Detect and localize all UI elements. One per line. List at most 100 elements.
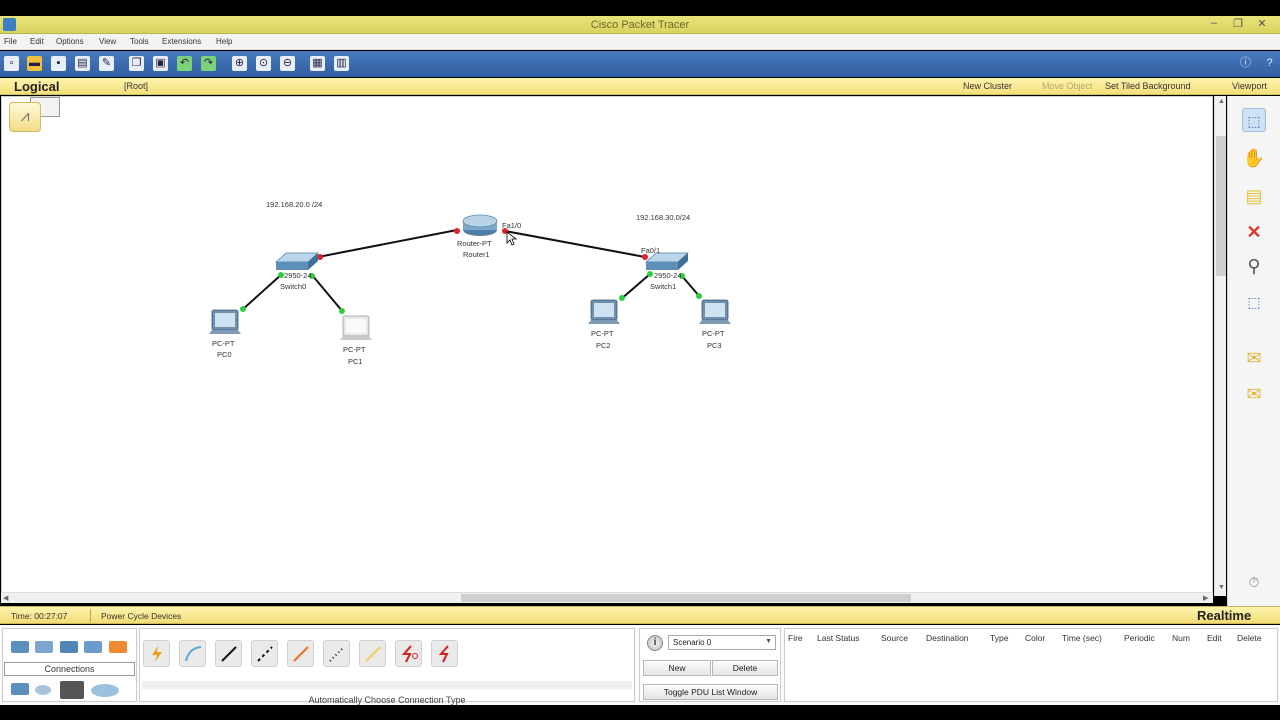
pdu-col-fire: Fire bbox=[788, 633, 803, 643]
serial-dte-cable-icon[interactable] bbox=[431, 640, 458, 667]
switch0-model-label: 2950-24 bbox=[284, 271, 312, 280]
pc2-icon bbox=[588, 299, 620, 324]
straight-through-cable-icon[interactable] bbox=[215, 640, 242, 667]
multiuser-cloud-icon[interactable] bbox=[91, 684, 119, 697]
port-status-dot bbox=[339, 308, 345, 314]
delete-tool-icon[interactable]: ✕ bbox=[1242, 220, 1266, 244]
viewport-button[interactable]: Viewport bbox=[1232, 81, 1267, 91]
add-complex-pdu-icon[interactable]: ✉ bbox=[1242, 382, 1266, 406]
scroll-down-icon[interactable]: ▼ bbox=[1218, 584, 1225, 591]
toggle-pdu-list-button[interactable]: Toggle PDU List Window bbox=[643, 684, 778, 700]
horizontal-scroll-thumb[interactable] bbox=[461, 594, 911, 602]
phone-cable-icon[interactable] bbox=[323, 640, 350, 667]
inspect-tool-icon[interactable]: ⚲ bbox=[1242, 254, 1266, 278]
wan-emulation-icon[interactable] bbox=[35, 685, 51, 695]
switch0-icon bbox=[275, 252, 319, 270]
scroll-right-icon[interactable]: ▶ bbox=[1203, 594, 1208, 602]
place-note-icon[interactable]: ▤ bbox=[1242, 184, 1266, 208]
resize-shape-icon[interactable]: ⬚ bbox=[1242, 290, 1266, 314]
pdu-col-color: Color bbox=[1025, 633, 1046, 643]
routers-category-icon[interactable] bbox=[11, 641, 29, 653]
scenario-select[interactable]: Scenario 0 ▼ bbox=[668, 635, 776, 650]
scroll-up-icon[interactable]: ▲ bbox=[1218, 98, 1225, 105]
scenario-select-value: Scenario 0 bbox=[673, 638, 712, 647]
pdu-col-type: Type bbox=[990, 633, 1009, 643]
hubs-category-icon[interactable] bbox=[60, 641, 78, 653]
right-tools-panel: ⬚ ✋ ▤ ✕ ⚲ ⬚ ✉ ✉ ⏱ bbox=[1227, 96, 1280, 606]
connections-label: Connections bbox=[4, 662, 135, 676]
connection-types-panel: Automatically Choose Connection Type bbox=[139, 628, 635, 705]
pc0-name-label: PC0 bbox=[217, 350, 232, 359]
power-cycle-devices-button[interactable]: Power Cycle Devices bbox=[101, 611, 181, 621]
switch1-model-label: 2950-24 bbox=[654, 271, 682, 280]
add-simple-pdu-icon[interactable]: ✉ bbox=[1242, 346, 1266, 370]
pdu-col-last-status: Last Status bbox=[817, 633, 860, 643]
subnet-right-label: 192.168.30.0/24 bbox=[636, 213, 690, 222]
link-switch0-router bbox=[317, 229, 458, 258]
fiber-cable-icon[interactable] bbox=[287, 640, 314, 667]
scroll-left-icon[interactable]: ◀ bbox=[3, 594, 8, 602]
router-icon bbox=[462, 214, 498, 236]
pc2-name-label: PC2 bbox=[596, 341, 611, 350]
new-scenario-button[interactable]: New bbox=[643, 660, 711, 676]
pc3-model-label: PC-PT bbox=[702, 329, 725, 338]
link-switch0-pc0 bbox=[241, 273, 283, 311]
link-router-switch1 bbox=[504, 230, 646, 258]
letterbox-bottom bbox=[0, 705, 1280, 720]
coaxial-cable-icon[interactable] bbox=[359, 640, 386, 667]
connections-category-icon[interactable] bbox=[109, 641, 127, 653]
pdu-list-panel: Fire Last Status Source Destination Type… bbox=[784, 628, 1278, 702]
console-cable-icon[interactable] bbox=[179, 640, 206, 667]
close-button[interactable]: ✕ bbox=[1252, 17, 1272, 32]
restore-button[interactable]: ❐ bbox=[1228, 17, 1248, 32]
chevron-down-icon: ▼ bbox=[765, 638, 772, 645]
mouse-cursor-icon bbox=[506, 231, 518, 246]
subnet-left-label: 192.168.20.0 /24 bbox=[266, 200, 322, 209]
simulation-toggle-icon[interactable]: ⏱ bbox=[1242, 570, 1266, 594]
switch1-name-label: Switch1 bbox=[650, 282, 676, 291]
pc3-name-label: PC3 bbox=[707, 341, 722, 350]
serial-dce-cable-icon[interactable] bbox=[395, 640, 422, 667]
pc1-model-label: PC-PT bbox=[343, 345, 366, 354]
switch1-port-label: Fa0/1 bbox=[641, 246, 660, 255]
status-divider bbox=[90, 609, 91, 622]
scenario-info-icon[interactable]: i bbox=[647, 635, 663, 651]
custom-devices-icon[interactable] bbox=[60, 681, 84, 699]
switches-category-icon[interactable] bbox=[35, 641, 53, 653]
connection-panel-scrollbar[interactable] bbox=[142, 681, 632, 689]
time-status-bar: Time: 00:27:07 Power Cycle Devices Realt… bbox=[0, 606, 1280, 624]
select-tool-icon[interactable]: ⬚ bbox=[1242, 108, 1266, 132]
horizontal-scrollbar[interactable]: ◀ ▶ bbox=[1, 592, 1213, 603]
pc1-icon bbox=[340, 315, 372, 340]
port-status-dot bbox=[454, 228, 460, 234]
network-topology: 192.168.20.0 /24 192.168.30.0/24 Fa1/0 F… bbox=[209, 200, 731, 366]
delete-scenario-button[interactable]: Delete bbox=[712, 660, 778, 676]
port-status-dot bbox=[647, 271, 653, 277]
router-model-label: Router-PT bbox=[457, 239, 492, 248]
port-status-dot bbox=[619, 295, 625, 301]
move-layout-icon[interactable]: ✋ bbox=[1242, 146, 1266, 170]
vertical-scroll-thumb[interactable] bbox=[1216, 136, 1226, 276]
vertical-scrollbar[interactable]: ▲ ▼ bbox=[1214, 96, 1226, 596]
link-switch0-pc1 bbox=[311, 274, 344, 313]
pdu-col-num: Num bbox=[1172, 633, 1190, 643]
elapsed-time: Time: 00:27:07 bbox=[11, 611, 68, 621]
wireless-category-icon[interactable] bbox=[84, 641, 102, 653]
network-info-icon[interactable]: ⓘ bbox=[1238, 56, 1253, 71]
pc1-name-label: PC1 bbox=[348, 357, 363, 366]
pc0-model-label: PC-PT bbox=[212, 339, 235, 348]
crossover-cable-icon[interactable] bbox=[251, 640, 278, 667]
end-devices-icon[interactable] bbox=[11, 683, 29, 695]
pc2-model-label: PC-PT bbox=[591, 329, 614, 338]
switch0-name-label: Switch0 bbox=[280, 282, 306, 291]
realtime-mode-label[interactable]: Realtime bbox=[1197, 608, 1251, 623]
pdu-col-delete: Delete bbox=[1237, 633, 1262, 643]
link-switch1-pc2 bbox=[619, 273, 651, 301]
switch1-icon bbox=[645, 252, 689, 270]
pdu-col-periodic: Periodic bbox=[1124, 633, 1155, 643]
auto-connection-icon[interactable] bbox=[143, 640, 170, 667]
pdu-col-time: Time (sec) bbox=[1062, 633, 1102, 643]
pdu-col-source: Source bbox=[881, 633, 908, 643]
help-icon[interactable]: ? bbox=[1262, 56, 1277, 71]
pdu-col-edit: Edit bbox=[1207, 633, 1222, 643]
